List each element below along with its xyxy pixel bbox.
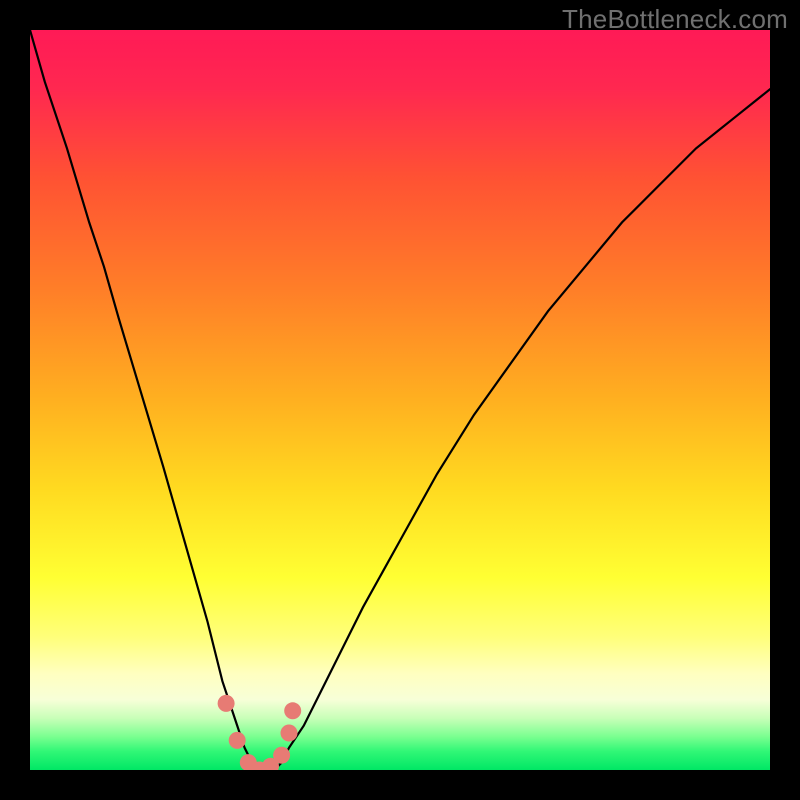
curve-marker <box>229 732 246 749</box>
bottleneck-curve <box>30 30 770 770</box>
curve-markers <box>218 695 302 770</box>
curve-marker <box>218 695 235 712</box>
chart-frame <box>30 30 770 770</box>
curve-marker <box>284 702 301 719</box>
curve-marker <box>281 725 298 742</box>
chart-plot <box>30 30 770 770</box>
curve-marker <box>273 747 290 764</box>
